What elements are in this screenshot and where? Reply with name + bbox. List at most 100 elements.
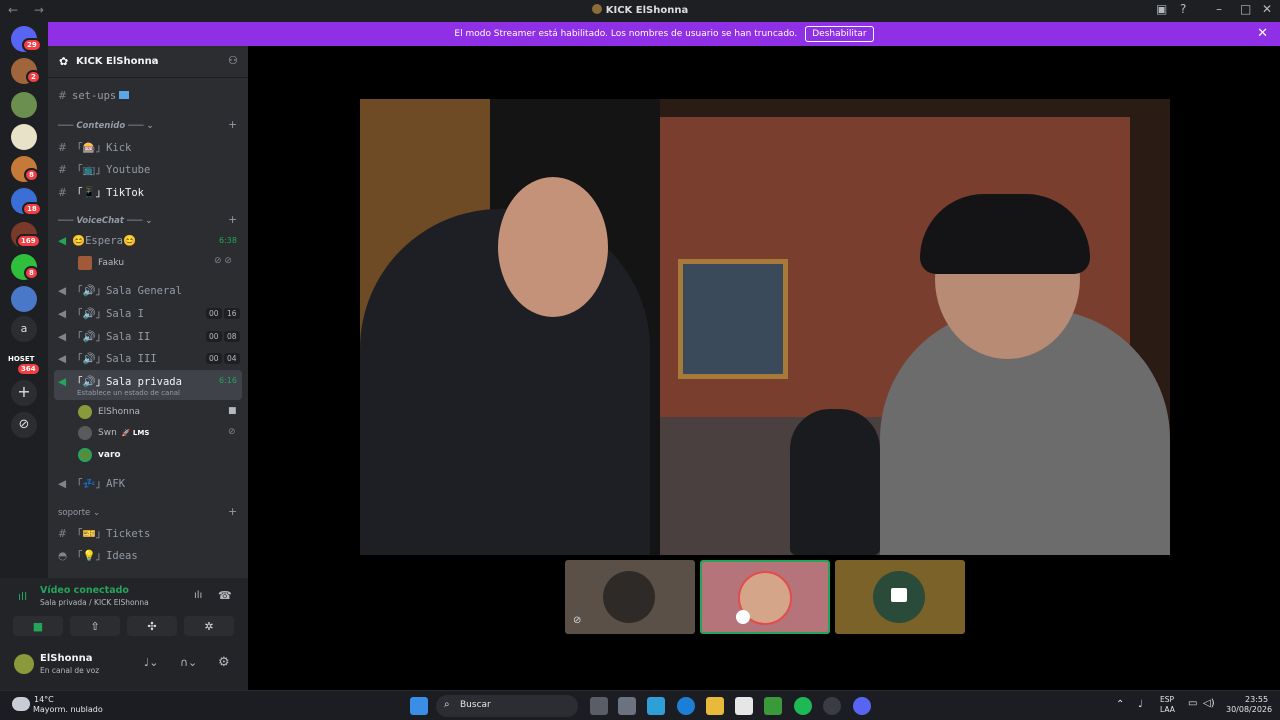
app-icon[interactable] — [647, 697, 665, 715]
user-limit: 16 — [224, 308, 240, 319]
help-icon[interactable]: ? — [1180, 2, 1186, 16]
clock-time[interactable]: 23:55 — [1245, 695, 1268, 704]
category-soporte[interactable]: soporte ⌄ — [58, 508, 100, 518]
camera-icon — [891, 588, 907, 602]
language-code[interactable]: ESP — [1160, 695, 1174, 704]
maximize-icon[interactable]: □ — [1240, 2, 1251, 16]
weather-desc[interactable]: Mayorm. nublado — [33, 705, 103, 714]
noise-suppression-icon[interactable]: ılı — [194, 590, 202, 601]
participant-tile[interactable] — [835, 560, 965, 634]
disable-streamer-button[interactable]: Deshabilitar — [805, 26, 874, 42]
guild-header[interactable]: ✿ KICK ElShonna ⌄ ⚇ — [48, 46, 248, 78]
speaker-icon: ◀ — [58, 308, 67, 320]
voice-user[interactable]: Swn 🚀 LMS — [78, 426, 149, 440]
server-icon[interactable] — [11, 124, 37, 150]
speaker-icon: ◀ — [58, 353, 67, 365]
store-icon[interactable] — [735, 697, 753, 715]
add-channel-icon[interactable]: + — [228, 118, 237, 131]
voice-channel-sala-privada[interactable]: ◀ 「🔊」Sala privada — [58, 374, 182, 389]
settings-icon[interactable] — [618, 697, 636, 715]
add-member-icon[interactable]: ⚇ — [228, 54, 238, 67]
screen-share-button[interactable]: ⇧ — [70, 616, 120, 636]
channel-tickets[interactable]: # 「🎫」Tickets — [58, 526, 150, 541]
task-view-icon[interactable] — [590, 697, 608, 715]
category-contenido[interactable]: ─── Contenido ─── ⌄ — [58, 121, 154, 131]
language-layout[interactable]: LAA — [1160, 705, 1175, 714]
voice-channel-sala-i[interactable]: ◀ 「🔊」Sala I — [58, 306, 144, 321]
gear-icon[interactable]: ⚙ — [218, 655, 230, 670]
badge: 8 — [24, 266, 39, 280]
voice-channel-sala-iii[interactable]: ◀ 「🔊」Sala III — [58, 351, 157, 366]
signal-icon[interactable]: ıll — [18, 590, 27, 603]
participant-tile[interactable]: ⊘ — [565, 560, 695, 634]
voice-user[interactable]: ElShonna — [78, 405, 140, 419]
server-letter[interactable]: a — [11, 316, 37, 342]
voice-channel-sala-general[interactable]: ◀ 「🔊」Sala General — [58, 283, 182, 298]
close-window-icon[interactable]: ✕ — [1262, 2, 1272, 16]
mic-icon[interactable]: ♩⌄ — [144, 656, 158, 669]
microphone — [790, 409, 880, 555]
activity-icon — [736, 610, 750, 624]
user-count: 00 — [206, 331, 222, 342]
channel-status[interactable]: Establece un estado de canal — [77, 389, 180, 397]
weather-temp[interactable]: 14°C — [34, 695, 54, 704]
add-channel-icon[interactable]: + — [228, 213, 237, 226]
explore-icon[interactable]: ⊘ — [11, 412, 37, 438]
close-banner-icon[interactable]: ✕ — [1257, 26, 1268, 41]
voice-channel-espera[interactable]: ◀ 😊Espera😊 — [58, 234, 136, 247]
user-name[interactable]: ElShonna — [40, 653, 92, 664]
search-icon: ⌕ — [444, 699, 450, 710]
search-box[interactable]: ⌕ Buscar — [436, 695, 578, 717]
soundboard-button[interactable]: ✲ — [184, 616, 234, 636]
weather-icon[interactable] — [12, 697, 30, 711]
avatar[interactable] — [14, 654, 34, 674]
user-status: En canal de voz — [40, 666, 100, 675]
voice-channel-afk[interactable]: ◀ 「💤」AFK — [58, 476, 125, 491]
voice-status[interactable]: Vídeo conectado — [40, 585, 129, 596]
obs-icon[interactable] — [823, 697, 841, 715]
add-channel-icon[interactable]: + — [228, 505, 237, 518]
camera-button[interactable]: ■ — [13, 616, 63, 636]
volume-icon[interactable]: ◁) — [1203, 698, 1215, 709]
tray-chevron-icon[interactable]: ⌃ — [1116, 699, 1124, 710]
channel-set-ups[interactable]: # set-ups — [58, 90, 130, 102]
banner-text: El modo Streamer está habilitado. Los no… — [454, 29, 798, 39]
badge: 2 — [26, 70, 41, 84]
soundboard-icon: ✲ — [204, 619, 214, 633]
speaker-icon: ◀ — [58, 285, 67, 297]
channel-youtube[interactable]: # 「📺」Youtube — [58, 162, 150, 177]
voice-channel-sala-ii[interactable]: ◀ 「🔊」Sala II — [58, 329, 150, 344]
spotify-icon[interactable] — [794, 697, 812, 715]
channel-tiktok[interactable]: # 「📱」TikTok — [58, 185, 144, 200]
windows-start-icon[interactable] — [410, 697, 428, 715]
clock-date[interactable]: 30/08/2026 — [1226, 705, 1272, 714]
channel-kick[interactable]: # 「🎰」Kick — [58, 140, 131, 155]
monitor-icon — [119, 91, 130, 99]
file-explorer-icon[interactable] — [706, 697, 724, 715]
avatar — [78, 448, 92, 462]
server-icon[interactable] — [11, 92, 37, 118]
add-server-icon[interactable]: + — [11, 380, 37, 406]
speaker-icon: ◀ — [58, 331, 67, 343]
badge: 364 — [16, 362, 41, 376]
forum-icon: ◓ — [58, 550, 68, 562]
headphones-icon[interactable]: ∩⌄ — [180, 656, 197, 669]
network-icon[interactable]: ▭ — [1188, 698, 1197, 709]
main-video[interactable] — [360, 99, 1170, 555]
disconnect-icon[interactable]: ☎ — [218, 589, 232, 602]
voice-location[interactable]: Sala privada / KICK ElShonna — [40, 598, 149, 607]
participant-tile-speaking[interactable] — [700, 560, 830, 634]
channel-ideas[interactable]: ◓ 「💡」Ideas — [58, 548, 138, 563]
category-voicechat[interactable]: ─── VoiceChat ─── ⌄ — [58, 216, 152, 226]
minimize-icon[interactable]: – — [1216, 2, 1222, 16]
voice-user[interactable]: Faaku — [78, 256, 124, 270]
window-title: KICK ElShonna — [0, 4, 1280, 16]
inbox-icon[interactable]: ▣ — [1156, 2, 1167, 16]
mic-tray-icon[interactable]: ♩ — [1138, 699, 1143, 710]
activities-button[interactable]: ✣ — [127, 616, 177, 636]
voice-user[interactable]: varo — [78, 448, 121, 462]
minecraft-icon[interactable] — [764, 697, 782, 715]
edge-icon[interactable] — [677, 697, 695, 715]
server-icon[interactable] — [11, 286, 37, 312]
discord-icon[interactable] — [853, 697, 871, 715]
